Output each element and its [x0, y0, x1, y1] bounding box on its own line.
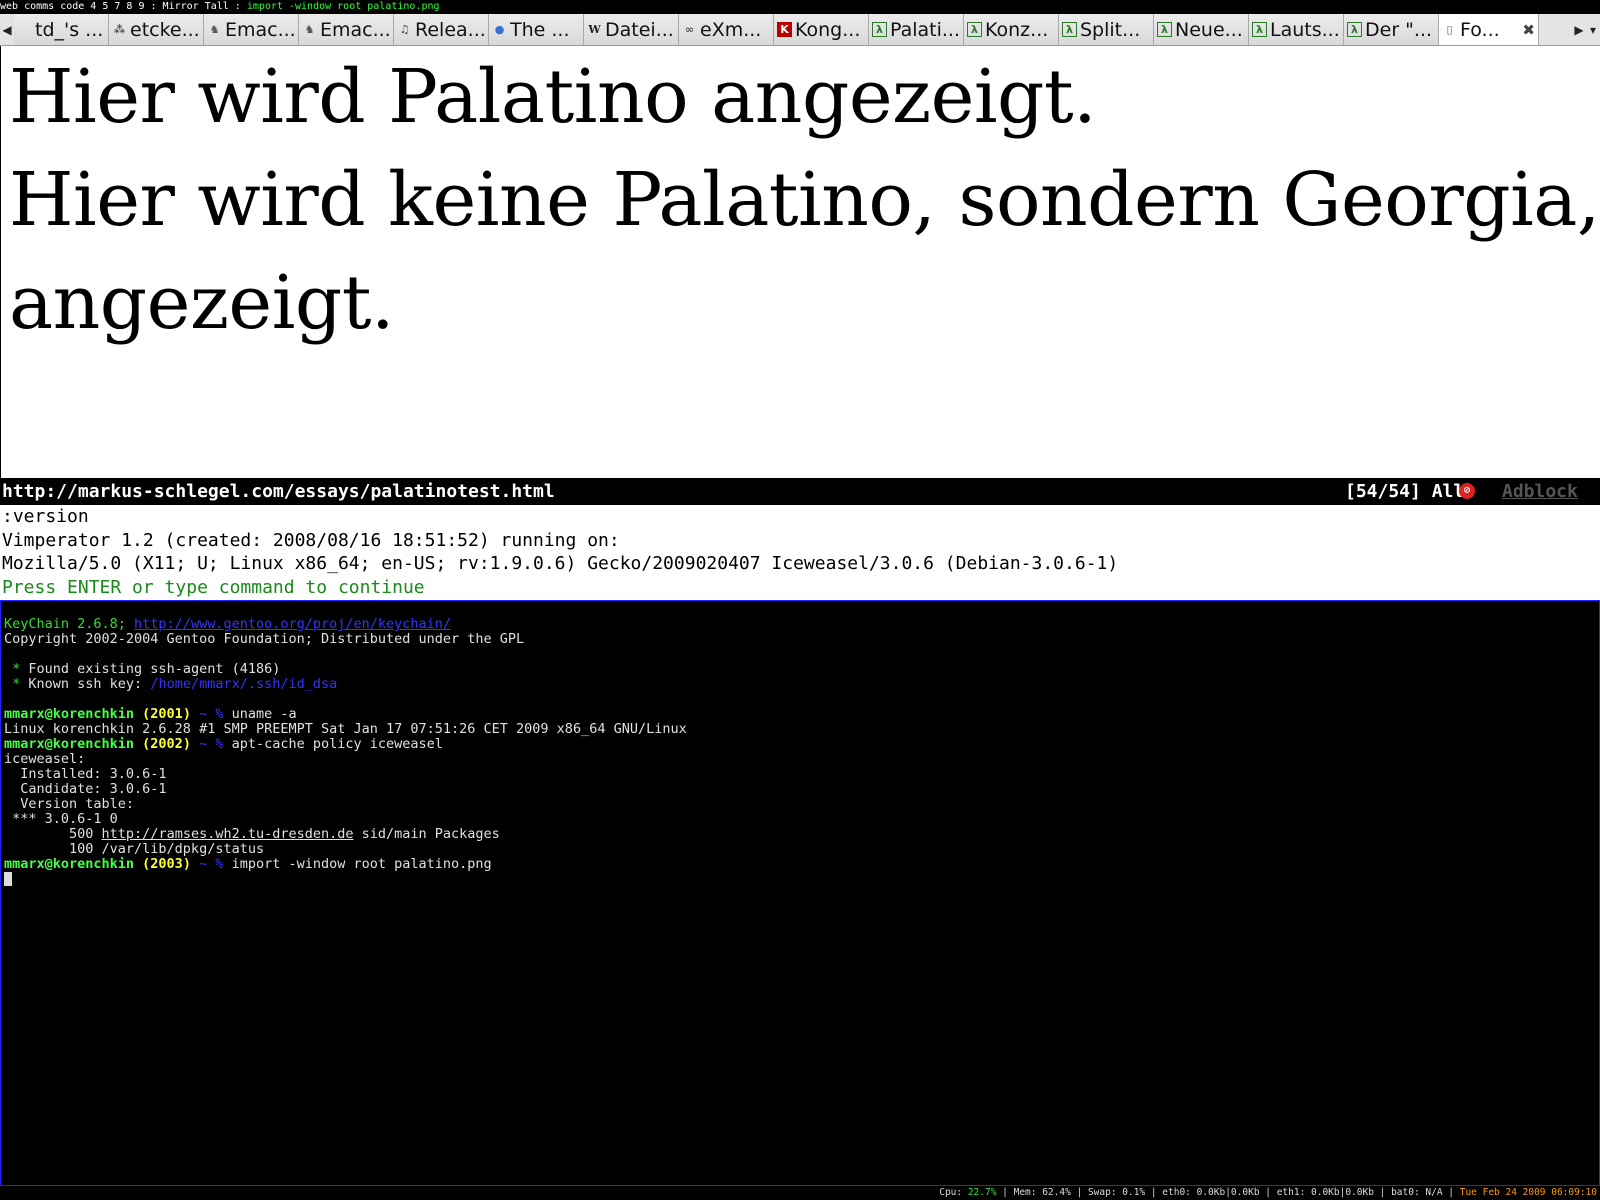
command-echo: :version [2, 506, 89, 527]
generic-page-icon [17, 22, 32, 37]
terminal-line: 500 http://ramses.wh2.tu-dresden.de sid/… [4, 826, 500, 842]
tab[interactable]: ∞ eXm... [679, 14, 774, 45]
user-agent-line: Mozilla/5.0 (X11; U; Linux x86_64; en-US… [2, 553, 1119, 574]
terminal-cursor [4, 872, 12, 886]
tab-bar: ◀ td_'s ... ⁂ etcke... ♞ Emac... ♞ Emac... ♫ Rel… [0, 14, 1600, 46]
gnu-icon: ♞ [209, 23, 220, 36]
clock: Tue Feb 24 2009 06:09:10 [1459, 1187, 1597, 1198]
close-tab-icon[interactable]: ✖ [1522, 21, 1535, 39]
tab[interactable]: W Datei... [584, 14, 679, 45]
tab[interactable]: λ Konz... [964, 14, 1059, 45]
gnu-icon: ♞ [304, 23, 315, 36]
tab-list-menu-icon[interactable]: ▾ [1586, 14, 1600, 45]
lambda-icon: λ [1157, 22, 1172, 37]
keychain-link[interactable]: http://www.gentoo.org/proj/en/keychain/ [134, 616, 451, 632]
palatino-line: Hier wird Palatino angezeigt. [9, 54, 1097, 140]
terminal-prompt-line: mmarx@korenchkin (2002) ~ % apt-cache po… [4, 736, 443, 752]
wm-window-title: import -window root palatino.png [246, 1, 440, 12]
tab-scroll-right-icon[interactable]: ▶ [1572, 14, 1586, 45]
tab-label: Emac... [225, 18, 296, 41]
workspace-layout-label: web comms code 4 5 7 8 9 : Mirror Tall : [0, 1, 247, 12]
tab-label: Der "... [1365, 18, 1433, 41]
tab[interactable]: ● The ... [489, 14, 584, 45]
terminal-line: * Found existing ssh-agent (4186) [4, 661, 281, 677]
document-icon: ▯ [1446, 23, 1453, 36]
tab-label: td_'s ... [35, 18, 104, 41]
lambda-icon: λ [1347, 22, 1362, 37]
wikipedia-icon: W [588, 23, 601, 36]
no-script-icon[interactable]: ⊘ [1459, 483, 1475, 499]
window-manager-bar: web comms code 4 5 7 8 9 : Mirror Tall :… [0, 0, 1600, 14]
tab-label: Lauts... [1270, 18, 1340, 41]
music-icon: ♫ [399, 23, 410, 36]
blue-dots-icon: ● [494, 23, 505, 36]
tab[interactable]: λ Neue... [1154, 14, 1249, 45]
tab-label: Neue... [1175, 18, 1243, 41]
tab-label: Relea... [415, 18, 486, 41]
bullet-icon: * [4, 676, 21, 692]
terminal-line: * Known ssh key: /home/mmarx/.ssh/id_dsa [4, 676, 338, 692]
lambda-icon: λ [1062, 22, 1077, 37]
terminal-line: Version table: [4, 796, 135, 812]
terminal-line: *** 3.0.6-1 0 [4, 811, 118, 827]
terminal-prompt-line: mmarx@korenchkin (2001) ~ % uname -a [4, 706, 297, 722]
vimperator-status-bar: http://markus-schlegel.com/essays/palati… [0, 478, 1600, 505]
terminal-line: Installed: 3.0.6-1 [4, 766, 167, 782]
lambda-icon: λ [872, 22, 887, 37]
tab-strip: td_'s ... ⁂ etcke... ♞ Emac... ♞ Emac... ♫ Relea… [14, 14, 1572, 45]
repo-link[interactable]: http://ramses.wh2.tu-dresden.de [102, 826, 354, 842]
k-icon: K [777, 22, 792, 37]
terminal-line: iceweasel: [4, 751, 86, 767]
tab[interactable]: λ Split... [1059, 14, 1154, 45]
georgia-line: Hier wird keine Palatino, sondern Georgi… [9, 157, 1600, 346]
terminal-input-line[interactable] [4, 872, 1599, 887]
tab[interactable]: td_'s ... [14, 14, 109, 45]
tab-scroll-left-icon[interactable]: ◀ [0, 14, 14, 45]
tab-label: etcke... [130, 18, 200, 41]
system-stats: | Mem: 62.4% | Swap: 0.1% | eth0: 0.0Kb|… [996, 1187, 1460, 1198]
terminal-line: KeyChain 2.6.8; http://www.gentoo.org/pr… [4, 616, 452, 632]
glasses-icon: ∞ [684, 23, 695, 36]
version-line: Vimperator 1.2 (created: 2008/08/16 18:5… [2, 529, 620, 551]
tab[interactable]: ▯ Fo... ✖ [1439, 14, 1539, 45]
tab[interactable]: λ Palati... [869, 14, 964, 45]
tab[interactable]: K Kong... [774, 14, 869, 45]
tab[interactable]: λ Lauts... [1249, 14, 1344, 45]
tab-label: Kong... [795, 18, 861, 41]
bullet-icon: * [4, 661, 21, 677]
cpu-usage: 22.7% [967, 1187, 997, 1198]
terminal-line: 100 /var/lib/dpkg/status [4, 841, 265, 857]
tab-label: Fo... [1460, 18, 1500, 41]
tab[interactable]: ♞ Emac... [299, 14, 394, 45]
tab-label: Emac... [320, 18, 391, 41]
page-content: Hier wird Palatino angezeigt. Hier wird … [0, 46, 1600, 478]
terminal-prompt-line: mmarx@korenchkin (2003) ~ % import -wind… [4, 856, 492, 872]
status-url[interactable]: http://markus-schlegel.com/essays/palati… [2, 478, 555, 505]
tab-label: Split... [1080, 18, 1141, 41]
dots-icon: ⁂ [113, 23, 126, 36]
tab-label: Konz... [985, 18, 1049, 41]
tab[interactable]: ⁂ etcke... [109, 14, 204, 45]
lambda-icon: λ [967, 22, 982, 37]
tab-label: Datei... [605, 18, 674, 41]
tab[interactable]: λ Der "... [1344, 14, 1439, 45]
tab-label: The ... [510, 18, 570, 41]
command-output: :version Vimperator 1.2 (created: 2008/08… [0, 505, 1600, 600]
tab-label: eXm... [700, 18, 762, 41]
continue-prompt[interactable]: Press ENTER or type command to continue [2, 576, 1600, 600]
terminal-line: Candidate: 3.0.6-1 [4, 781, 167, 797]
tab[interactable]: ♫ Relea... [394, 14, 489, 45]
tab-label: Palati... [890, 18, 961, 41]
tab[interactable]: ♞ Emac... [204, 14, 299, 45]
terminal-window[interactable]: KeyChain 2.6.8; http://www.gentoo.org/pr… [0, 600, 1600, 1186]
tab-position-indicator: [54/54] All [1345, 481, 1465, 502]
adblock-toggle[interactable]: Adblock [1502, 478, 1578, 505]
terminal-line: Copyright 2002-2004 Gentoo Foundation; D… [4, 631, 525, 647]
terminal-line: Linux korenchkin 2.6.28 #1 SMP PREEMPT S… [4, 721, 687, 737]
lambda-icon: λ [1252, 22, 1267, 37]
system-status-bar: Cpu: 22.7% | Mem: 62.4% | Swap: 0.1% | e… [0, 1186, 1600, 1200]
